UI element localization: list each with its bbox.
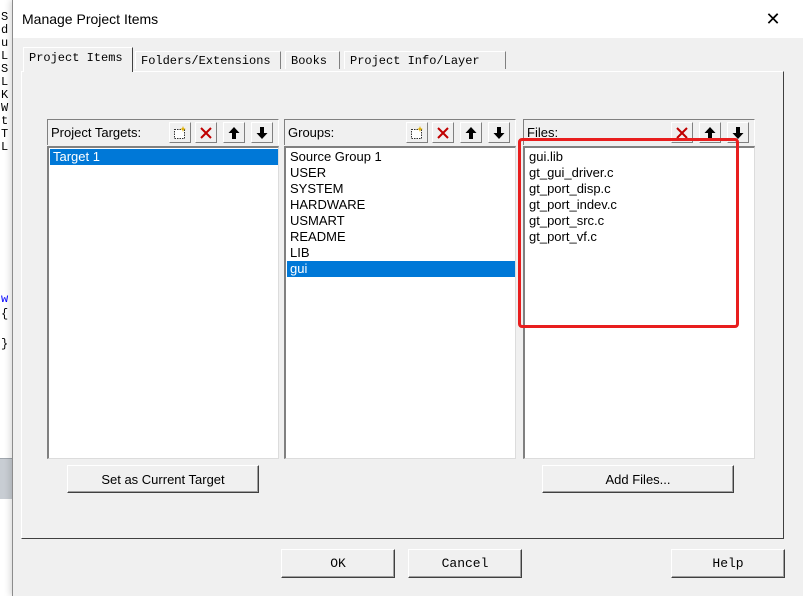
delete-file-button[interactable] [671, 122, 693, 143]
move-target-down-button[interactable] [251, 122, 273, 143]
targets-header: Project Targets: [47, 119, 279, 145]
files-header: Files: [523, 119, 755, 145]
arrow-up-icon [465, 126, 477, 139]
delete-target-button[interactable] [195, 122, 217, 143]
new-item-icon [174, 125, 186, 139]
list-item[interactable]: gt_port_vf.c [526, 229, 754, 245]
new-item-icon [411, 125, 423, 139]
list-item[interactable]: gui [287, 261, 515, 277]
list-item[interactable]: LIB [287, 245, 515, 261]
set-as-current-target-button[interactable]: Set as Current Target [67, 465, 259, 493]
cancel-button[interactable]: Cancel [408, 549, 522, 578]
help-button[interactable]: Help [671, 549, 785, 578]
groups-header: Groups: [284, 119, 516, 145]
arrow-up-icon [228, 126, 240, 139]
list-item[interactable]: SYSTEM [287, 181, 515, 197]
targets-header-label: Project Targets: [51, 125, 142, 140]
delete-group-button[interactable] [432, 122, 454, 143]
move-group-down-button[interactable] [488, 122, 510, 143]
help-label: Help [712, 556, 744, 571]
add-files-label: Add Files... [605, 471, 671, 487]
files-list[interactable]: gui.lib gt_gui_driver.c gt_port_disp.c gt_p… [523, 146, 755, 459]
groups-header-label: Groups: [288, 125, 335, 140]
arrow-down-icon [493, 126, 505, 139]
groups-list[interactable]: Source Group 1 USER SYSTEM HARDWARE USMART RE… [284, 146, 516, 459]
set-as-current-target-label: Set as Current Target [101, 471, 225, 487]
list-item[interactable]: Source Group 1 [287, 149, 515, 165]
background-code-line: w [1, 292, 9, 306]
new-group-button[interactable] [406, 122, 428, 143]
delete-icon [437, 126, 449, 139]
background-code-line [1, 322, 8, 337]
delete-icon [676, 126, 688, 139]
list-item[interactable]: gt_port_disp.c [526, 181, 754, 197]
tab-folders-extensions[interactable]: Folders/Extensions [135, 51, 281, 69]
ok-button[interactable]: OK [281, 549, 395, 578]
cancel-label: Cancel [441, 556, 489, 571]
ok-label: OK [330, 556, 346, 571]
move-target-up-button[interactable] [223, 122, 245, 143]
list-item[interactable]: gt_port_indev.c [526, 197, 754, 213]
background-code-line: { [1, 307, 9, 321]
dialog-title: Manage Project Items [22, 11, 159, 27]
move-file-down-button[interactable] [727, 122, 749, 143]
move-file-up-button[interactable] [699, 122, 721, 143]
close-icon: ✕ [765, 8, 781, 29]
delete-icon [200, 126, 212, 139]
move-group-up-button[interactable] [460, 122, 482, 143]
background-code-margin: SduLSLKWtTL [1, 11, 11, 154]
close-button[interactable]: ✕ [762, 8, 784, 30]
new-target-button[interactable] [169, 122, 191, 143]
background-code-line: } [1, 337, 9, 351]
tab-books[interactable]: Books [285, 51, 340, 69]
arrow-up-icon [704, 126, 716, 139]
tab-project-info-layer[interactable]: Project Info/Layer [344, 51, 506, 69]
files-header-label: Files: [527, 125, 559, 140]
list-item[interactable]: gui.lib [526, 149, 754, 165]
list-item[interactable]: Target 1 [50, 149, 278, 165]
list-item[interactable]: USER [287, 165, 515, 181]
add-files-button[interactable]: Add Files... [542, 465, 734, 493]
background-letter: L [1, 140, 9, 154]
list-item[interactable]: gt_gui_driver.c [526, 165, 754, 181]
targets-list[interactable]: Target 1 [47, 146, 279, 459]
list-item[interactable]: README [287, 229, 515, 245]
arrow-down-icon [256, 126, 268, 139]
arrow-down-icon [732, 126, 744, 139]
list-item[interactable]: gt_port_src.c [526, 213, 754, 229]
list-item[interactable]: HARDWARE [287, 197, 515, 213]
background-code-snippet: w{} [1, 292, 8, 352]
tab-project-items[interactable]: Project Items [23, 47, 133, 72]
list-item[interactable]: USMART [287, 213, 515, 229]
manage-project-items-dialog: Manage Project Items ✕ Project Items Fol… [12, 0, 803, 596]
title-bar: Manage Project Items ✕ [13, 0, 803, 38]
